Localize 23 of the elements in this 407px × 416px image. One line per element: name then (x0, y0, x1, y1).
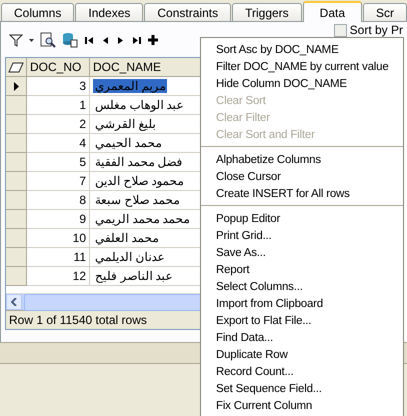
table-cell-text: محمد محمد الريمي (94, 212, 191, 226)
table-cell: 9 (27, 210, 90, 229)
table-cell: 1 (27, 96, 90, 115)
table-cell-text: فضل محمد الفقية (94, 155, 184, 169)
table-cell: 8 (27, 191, 90, 210)
table-cell-text: عبد الوهاب مغلس (94, 98, 185, 112)
table-cell-text: محمود صلاح الدين (94, 174, 185, 188)
table-cell-text: محمد صلاح سبعة (94, 193, 181, 207)
table-cell: 5 (27, 153, 90, 172)
table-cell: 7 (27, 172, 90, 191)
table-cell-text: مريم المعمري (93, 79, 168, 93)
table-cell: 12 (27, 267, 90, 286)
table-cell-text: بليغ القرشي (94, 117, 156, 131)
table-cell: 4 (27, 134, 90, 153)
table-cell-text: عدنان الديلمي (94, 250, 166, 264)
table-cell: 2 (27, 115, 90, 134)
table-cell: 10 (27, 229, 90, 248)
table-cell-text: محمد العلفي (94, 231, 160, 245)
checkbox-label: Sort by Pr (350, 23, 403, 37)
table-cell: 11 (27, 248, 90, 267)
table-cell-text: عبد الناصر فليح (94, 269, 174, 283)
table-cell-text: محمد الحيمي (94, 136, 162, 150)
table-cell: 3 (27, 77, 90, 96)
